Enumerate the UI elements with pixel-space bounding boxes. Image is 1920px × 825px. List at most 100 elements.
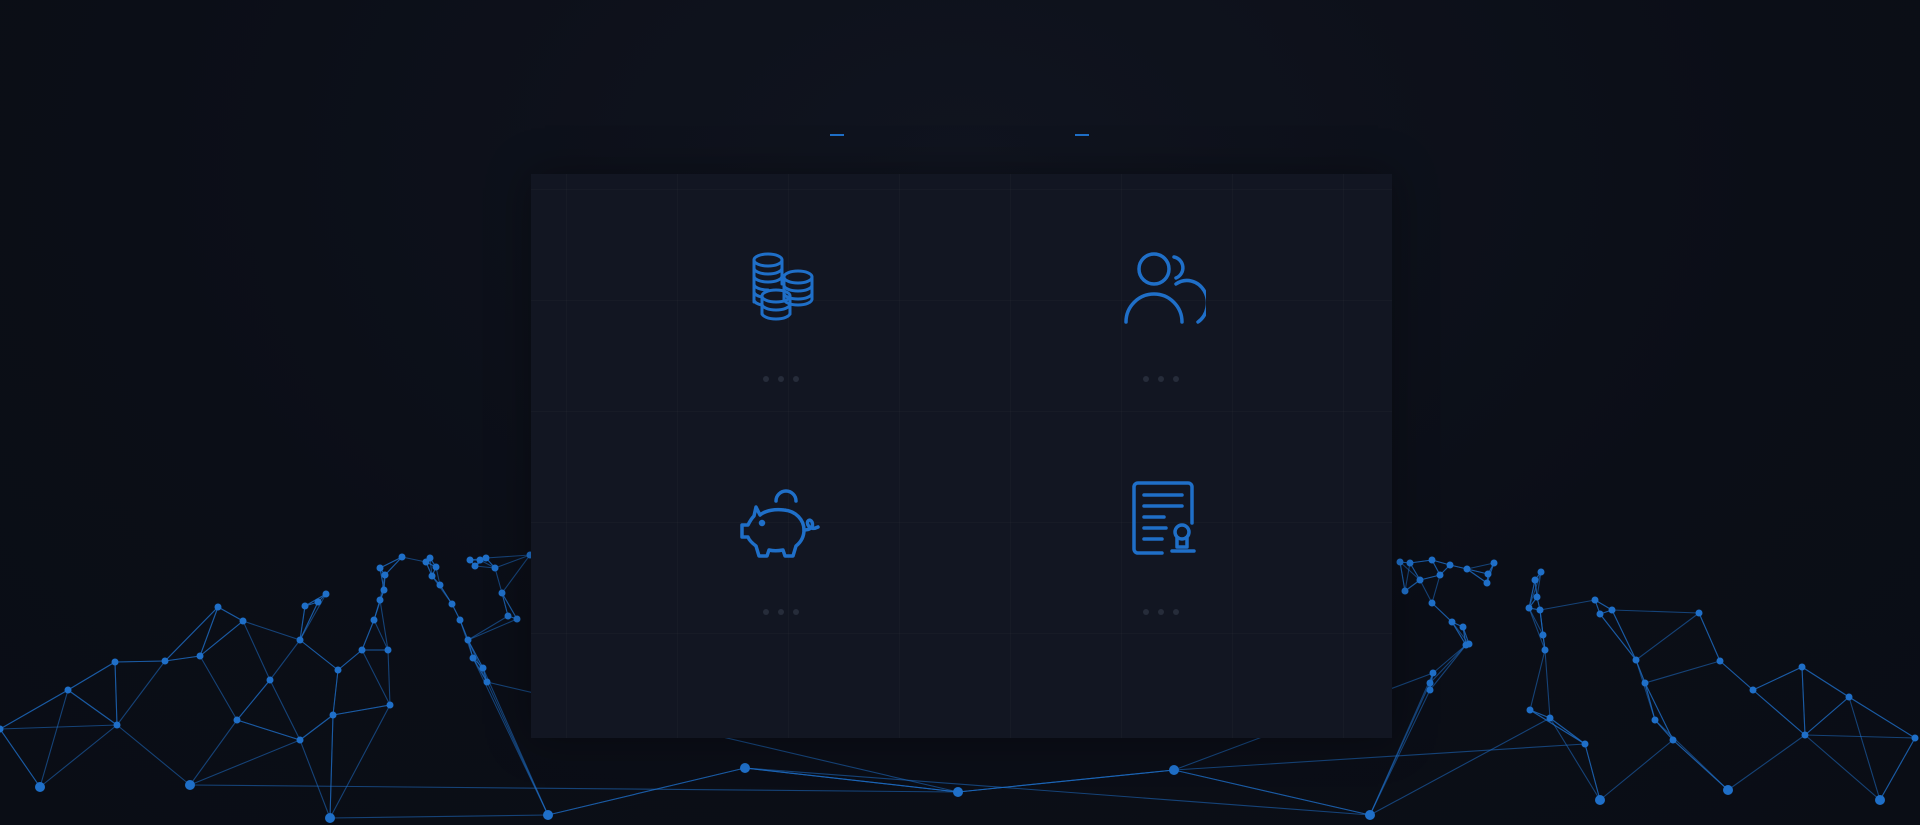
mesh-line (1431, 602, 1453, 623)
mesh-line (1635, 612, 1700, 661)
mesh-line (361, 649, 391, 706)
mesh-line (1635, 659, 1656, 721)
mesh-line (467, 618, 518, 641)
mesh-line (1466, 562, 1495, 570)
card-coins[interactable] (681, 244, 881, 444)
mesh-node (398, 553, 406, 561)
mesh-line (1879, 737, 1916, 801)
mesh-line (1173, 743, 1586, 771)
mesh-node (386, 701, 394, 709)
mesh-node (370, 616, 378, 624)
mesh-line (39, 724, 118, 788)
card-certificate-loading-dots (1143, 609, 1179, 615)
mesh-line (501, 592, 509, 617)
mesh-line (1848, 696, 1916, 739)
mesh-line (0, 728, 41, 788)
mesh-node (432, 563, 440, 571)
mesh-node (1651, 716, 1659, 724)
mesh-node (1533, 593, 1541, 601)
mesh-node (64, 686, 72, 694)
mesh-line (337, 649, 363, 671)
mesh-line (116, 660, 166, 726)
mesh-node (322, 590, 330, 598)
mesh-line (114, 660, 166, 663)
mesh-node (1426, 686, 1434, 694)
mesh-line (1584, 743, 1601, 801)
mesh-node (1484, 570, 1492, 578)
users-icon (1116, 244, 1206, 334)
mesh-line (957, 769, 1175, 793)
mesh-node (1406, 559, 1414, 567)
mesh-node (214, 603, 222, 611)
mesh-node (358, 646, 366, 654)
mesh-node (1798, 663, 1806, 671)
mesh-node (1546, 714, 1554, 722)
mesh-line (1644, 682, 1674, 741)
card-users[interactable] (1061, 244, 1261, 444)
mesh-line (1173, 769, 1371, 816)
mesh-line (217, 606, 244, 622)
mesh-node (426, 554, 434, 562)
mesh-line (67, 689, 118, 726)
mesh-line (0, 724, 118, 730)
certificate-document-icon (1116, 477, 1206, 567)
mesh-node (334, 666, 342, 674)
mesh-line (494, 567, 503, 594)
mesh-line (1599, 613, 1637, 661)
mesh-line (467, 615, 509, 641)
mesh-line (1599, 739, 1674, 801)
card-coins-loading-dots (763, 376, 799, 382)
mesh-node (513, 615, 521, 623)
mesh-line (1539, 599, 1596, 611)
mesh-line (1719, 660, 1754, 691)
content-panel (531, 174, 1392, 738)
mesh-line (1752, 689, 1806, 736)
mesh-node (1537, 568, 1545, 576)
mesh-line (431, 575, 453, 605)
mesh-line (329, 714, 334, 819)
mesh-line (744, 767, 1371, 816)
mesh-line (329, 704, 391, 819)
mesh-line (269, 639, 301, 681)
mesh-line (299, 714, 334, 741)
mesh-line (1801, 666, 1850, 698)
mesh-line (1848, 696, 1881, 801)
mesh-node (436, 581, 444, 589)
mesh-line (384, 556, 403, 576)
mesh-node (296, 736, 304, 744)
tab-indicator-2[interactable] (1075, 134, 1089, 136)
mesh-line (329, 814, 549, 819)
mesh-line (401, 556, 427, 563)
mesh-line (236, 679, 271, 721)
mesh-line (1644, 660, 1721, 684)
mesh-node (1911, 734, 1919, 742)
tab-indicator-1[interactable] (830, 134, 844, 136)
mesh-line (242, 620, 271, 681)
mesh-node (301, 602, 309, 610)
mesh-line (164, 655, 201, 662)
mesh-line (1698, 612, 1721, 662)
mesh-line (189, 784, 959, 793)
mesh-node (479, 664, 487, 672)
mesh-node (1426, 679, 1434, 687)
card-piggy-bank[interactable] (681, 477, 881, 677)
mesh-line (199, 655, 238, 721)
mesh-node (1531, 576, 1539, 584)
coins-stack-icon (736, 244, 826, 334)
mesh-line (1804, 734, 1881, 801)
card-certificate[interactable] (1061, 477, 1261, 677)
mesh-line (1804, 696, 1850, 736)
mesh-node (1436, 571, 1444, 579)
mesh-line (1549, 717, 1601, 801)
mesh-node (1526, 706, 1534, 714)
mesh-node (1581, 740, 1589, 748)
mesh-line (361, 619, 375, 651)
mesh-node (266, 676, 274, 684)
mesh-line (39, 689, 69, 788)
mesh-node (384, 646, 392, 654)
mesh-line (1611, 609, 1637, 661)
mesh-line (1752, 666, 1803, 691)
mesh-line (744, 767, 959, 793)
mesh-node (1401, 587, 1409, 595)
mesh-line (1549, 717, 1586, 745)
